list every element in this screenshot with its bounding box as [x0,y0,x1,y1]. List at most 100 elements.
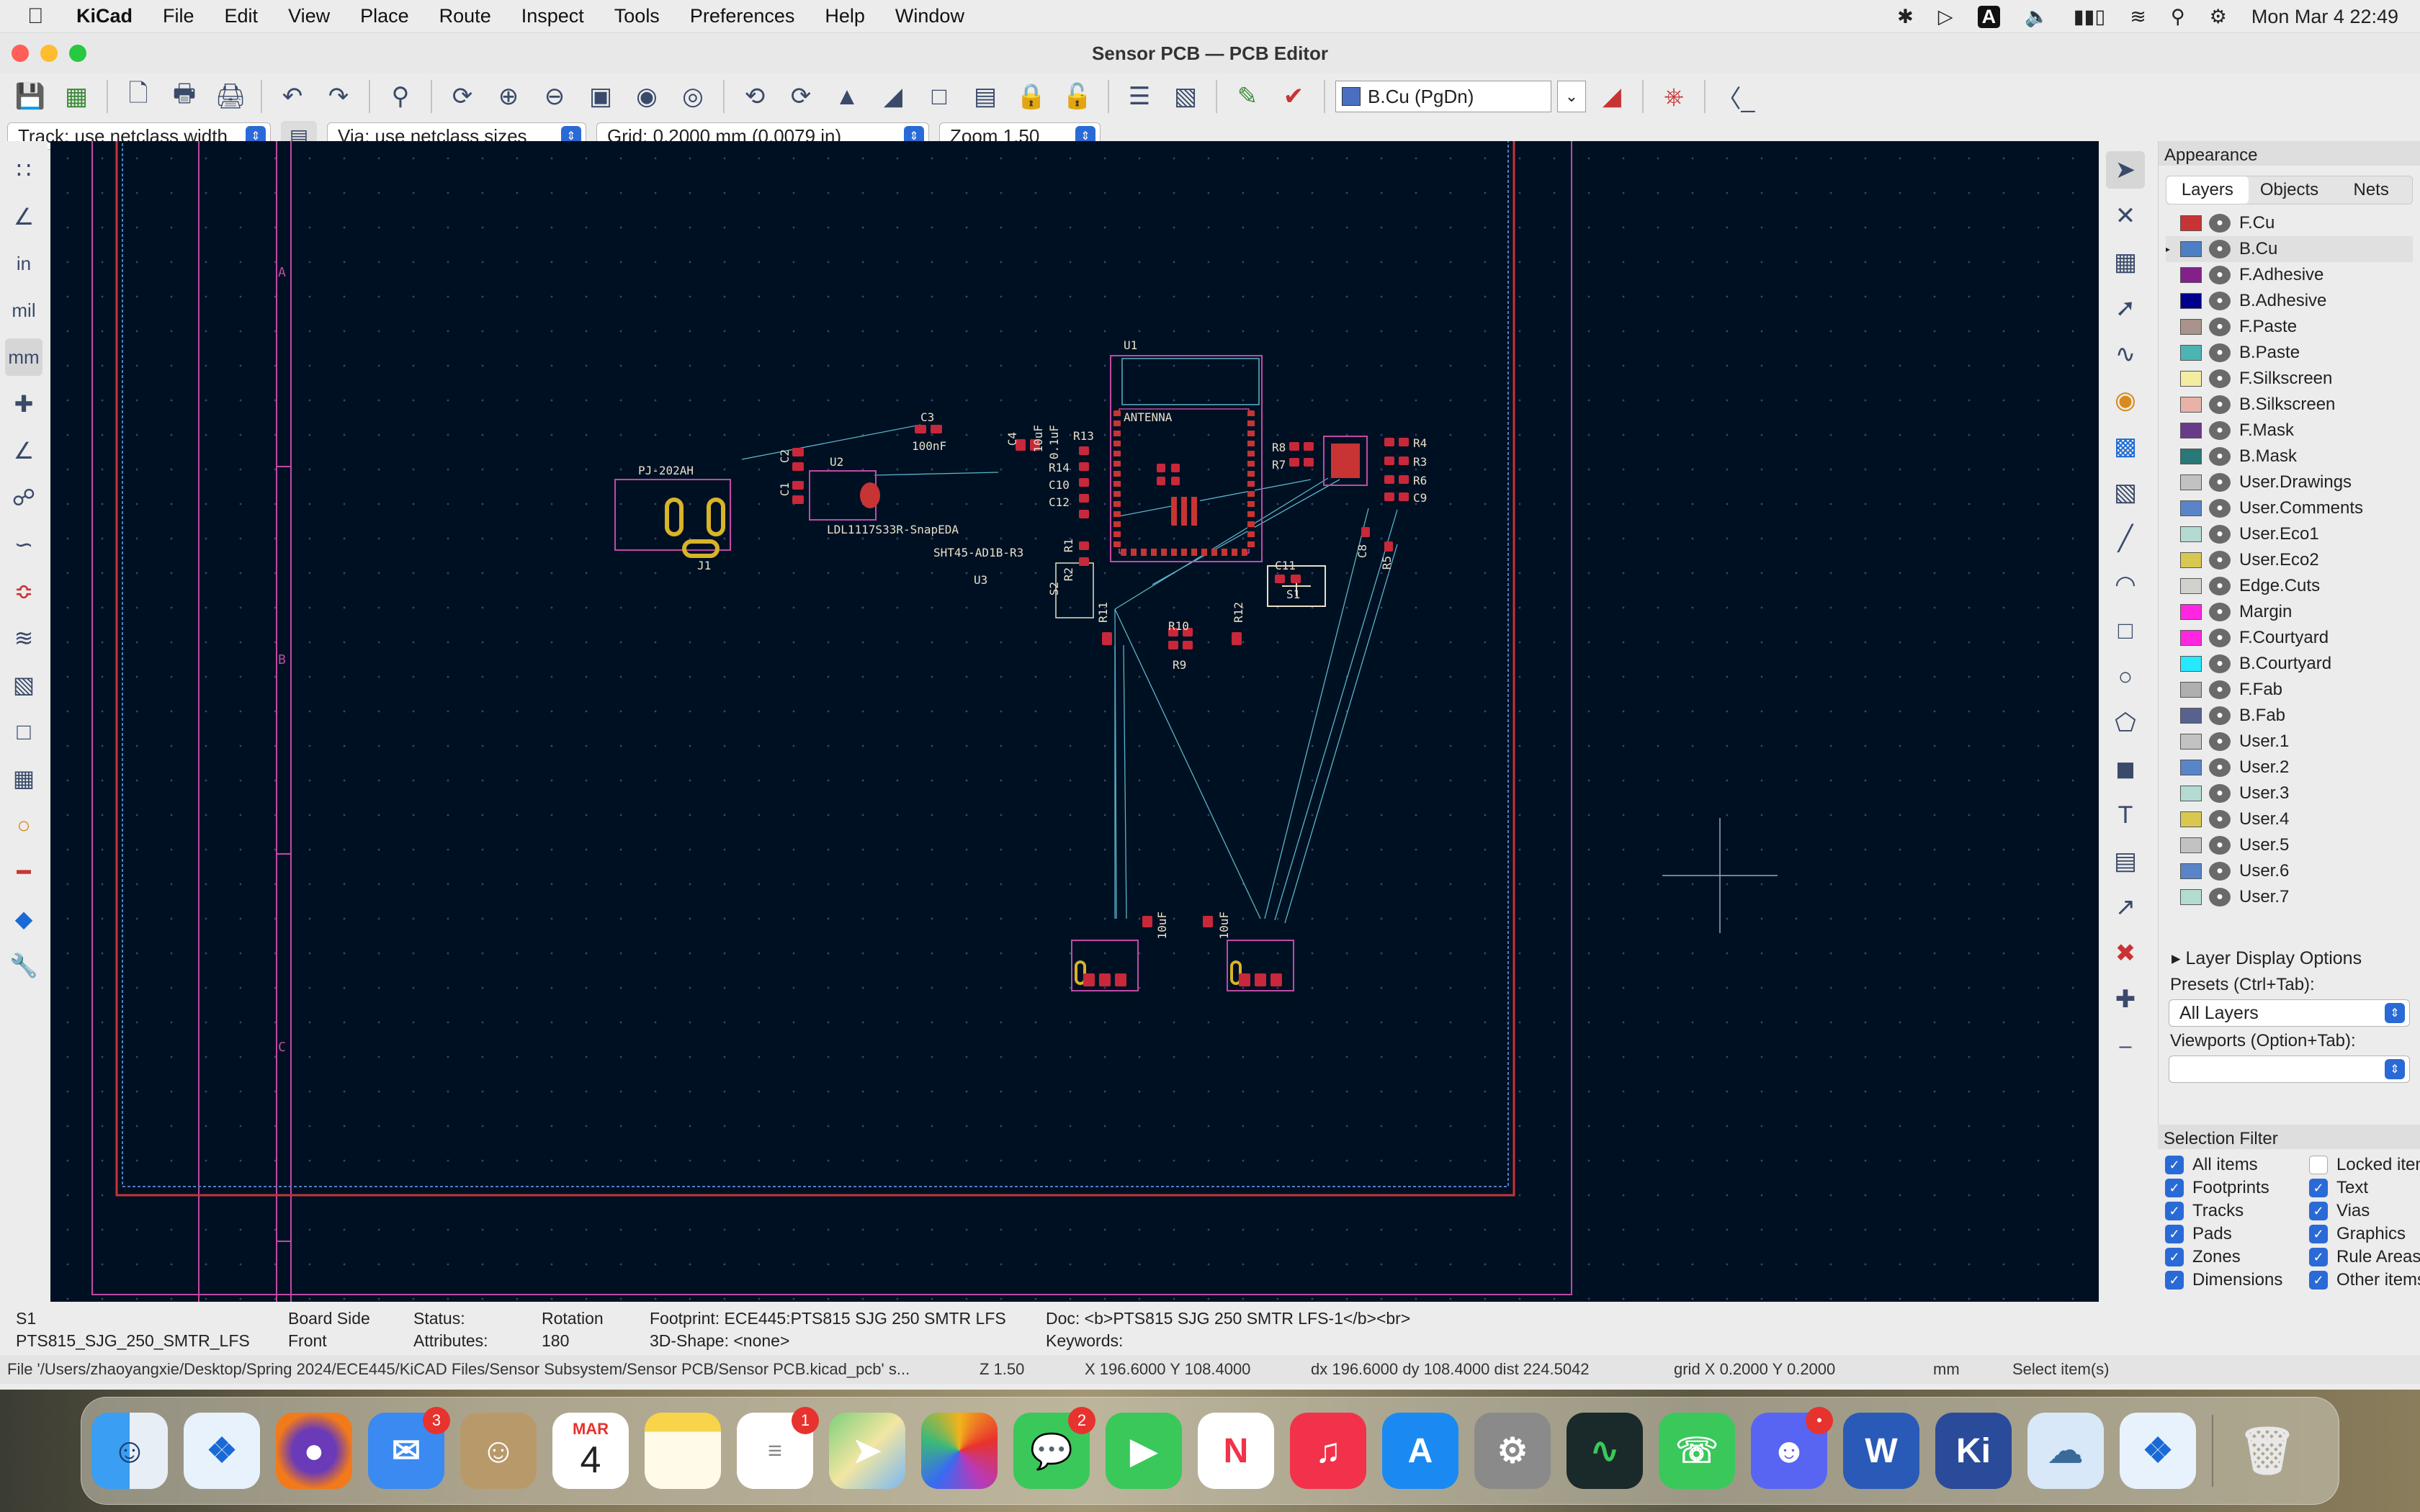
drc-icon[interactable]: ✔ [1273,76,1314,117]
label-c3[interactable]: C3 [920,410,934,424]
kicad-icon[interactable]: Ki [1935,1413,2012,1489]
layer-color-swatch[interactable] [2180,552,2202,568]
set-origin-icon[interactable]: ✚ [2106,981,2145,1018]
eye-icon[interactable]: ● [2209,732,2231,751]
layer-color-swatch[interactable] [2180,889,2202,905]
now-playing-icon[interactable]: ▷ [1938,6,1953,28]
layer-color-swatch[interactable] [2180,656,2202,672]
eye-icon[interactable]: ● [2209,343,2231,362]
chevron-down-icon[interactable]: ⌄ [1557,81,1586,112]
eye-icon[interactable]: ● [2209,551,2231,570]
pad[interactable] [1384,475,1394,484]
eye-icon[interactable]: ● [2209,758,2231,777]
calendar-icon[interactable]: MAR 4 [552,1413,629,1489]
layer-color-swatch[interactable] [2180,423,2202,438]
layer-pair-icon[interactable]: ◢ [1592,76,1632,117]
eye-icon[interactable]: ● [2209,862,2231,881]
selection-filter-item[interactable]: ✓ Zones [2165,1247,2309,1267]
measure-tool-icon[interactable]: ⎯ [2106,1027,2145,1064]
discord-icon[interactable]: ☻ • [1751,1407,1833,1489]
pad[interactable] [1157,477,1165,485]
layer-color-swatch[interactable] [2180,526,2202,542]
menu-window[interactable]: Window [895,5,964,27]
layer-color-swatch[interactable] [2180,371,2202,387]
layer-row[interactable]: ● User.7 [2166,884,2413,910]
find-icon[interactable]: ⚲ [380,76,421,117]
pad[interactable] [1121,549,1247,556]
layer-row[interactable]: ▸ ● B.Cu [2166,236,2413,262]
layer-row[interactable]: ● B.Silkscreen [2166,392,2413,418]
menu-help[interactable]: Help [825,5,865,27]
delete-tool-icon[interactable]: ✖ [2106,935,2145,972]
checkbox[interactable]: ✓ [2165,1271,2184,1290]
pad[interactable] [1171,477,1180,485]
selection-filter-item[interactable]: ✓ Text [2309,1178,2420,1198]
label-r10[interactable]: R10 [1168,619,1189,633]
news-icon[interactable]: N [1198,1413,1274,1489]
save-icon[interactable]: 💾 [10,76,50,117]
checkbox[interactable]: ✓ [2309,1202,2328,1220]
close-window-button[interactable] [12,45,29,62]
preview-icon[interactable]: ☁ [2027,1413,2104,1489]
draw-line-icon[interactable]: ╱ [2106,520,2145,557]
properties-panel-icon[interactable]: 🔧 [5,947,42,984]
eye-icon[interactable]: ● [2209,654,2231,673]
eye-icon[interactable]: ● [2209,629,2231,647]
pad[interactable] [1079,557,1089,566]
photos-icon[interactable] [921,1413,998,1489]
layer-color-swatch[interactable] [2180,500,2202,516]
pad[interactable] [931,425,942,433]
label-r14[interactable]: R14 [1049,461,1070,474]
ungroup-icon[interactable]: ▤ [965,76,1005,117]
print-icon[interactable]: 🖶 [164,76,205,117]
layer-row[interactable]: ● F.Adhesive [2166,262,2413,288]
layer-color-swatch[interactable] [2180,786,2202,801]
pad[interactable] [1079,494,1089,503]
label-r6[interactable]: R6 [1413,474,1427,487]
unit-mm-button[interactable]: mm [5,338,42,376]
finder-icon[interactable]: ☺ [91,1413,168,1489]
label-c10[interactable]: C10 [1049,478,1070,492]
add-via-icon[interactable]: ◉ [2106,382,2145,419]
draw-circle-icon[interactable]: ○ [2106,658,2145,696]
layer-color-swatch[interactable] [2180,630,2202,646]
apple-menu-icon[interactable]:  [27,4,55,29]
add-dimension-icon[interactable]: ↗ [2106,888,2145,926]
label-s2[interactable]: S2 [1047,582,1061,595]
zoom-fit-icon[interactable]: ▣ [581,76,621,117]
layer-row[interactable]: ● User.6 [2166,858,2413,884]
contacts-icon[interactable]: ☺ [460,1413,537,1489]
checkbox[interactable]: ✓ [2309,1179,2328,1197]
reminders-icon[interactable]: ≡ 1 [737,1407,819,1489]
notes-icon[interactable] [645,1413,721,1489]
layer-row[interactable]: ● User.Eco1 [2166,521,2413,547]
label-r1[interactable]: R1 [1062,539,1075,552]
layer-color-swatch[interactable] [2180,267,2202,283]
layer-color-swatch[interactable] [2180,837,2202,853]
pad[interactable] [1203,916,1213,927]
bluetooth-icon[interactable]: ✱ [1897,6,1914,28]
layer-row[interactable]: ● B.Adhesive [2166,288,2413,314]
app-store-icon[interactable]: A [1382,1413,1458,1489]
local-ratsnest-icon[interactable]: ✕ [2106,197,2145,235]
layer-display-options-toggle[interactable]: ▸ Layer Display Options [2172,948,2407,969]
angle-snap-icon[interactable]: ∠ [5,432,42,469]
selection-filter-item[interactable]: ✓ Vias [2309,1201,2420,1221]
pad[interactable] [915,425,926,433]
menu-preferences[interactable]: Preferences [690,5,795,27]
layer-row[interactable]: ● B.Fab [2166,703,2413,729]
pad[interactable] [1142,916,1152,927]
pad[interactable] [1102,632,1112,645]
selection-filter-item[interactable]: ✓ Footprints [2165,1178,2309,1198]
layer-row[interactable]: ● B.Courtyard [2166,651,2413,677]
selection-filter-item[interactable]: ✓ Graphics [2309,1224,2420,1244]
layer-color-swatch[interactable] [2180,708,2202,724]
pad[interactable] [1255,973,1266,986]
label-c9[interactable]: C9 [1413,491,1427,505]
checkbox[interactable]: ✓ [2309,1271,2328,1290]
label-c5-value[interactable]: 0.1uF [1047,425,1061,459]
music-icon[interactable]: ♫ [1290,1413,1366,1489]
eye-icon[interactable]: ● [2209,603,2231,621]
eye-icon[interactable]: ● [2209,810,2231,829]
activity-monitor-icon[interactable]: ∿ [1567,1413,1643,1489]
